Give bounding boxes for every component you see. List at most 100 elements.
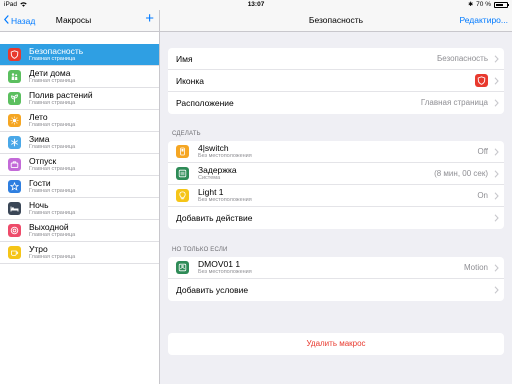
macro-detail: Безопасность Редактиро... Имя Безопаснос… xyxy=(160,10,512,384)
macro-location: Главная страница xyxy=(29,254,76,260)
detail-navbar: Безопасность Редактиро... xyxy=(160,10,512,32)
plant-icon xyxy=(8,92,21,105)
location-row[interactable]: Расположение Главная страница xyxy=(168,92,504,114)
chevron-right-icon xyxy=(494,214,499,222)
chevron-right-icon xyxy=(494,99,499,107)
device-name: DMOV01 1 xyxy=(198,259,241,269)
star-icon xyxy=(8,180,21,193)
clock: 13:07 xyxy=(247,1,265,8)
macro-list-item[interactable]: Полив растений Главная страница xyxy=(0,88,159,110)
macro-list-item[interactable]: Гости Главная страница xyxy=(0,176,159,198)
chevron-right-icon xyxy=(494,192,499,200)
macro-location: Главная страница xyxy=(29,232,76,238)
suitcase-icon xyxy=(8,158,21,171)
chevron-right-icon xyxy=(494,148,499,156)
macro-list-item[interactable]: Отпуск Главная страница xyxy=(0,154,159,176)
bulb-icon xyxy=(176,189,189,202)
switch-icon xyxy=(176,145,189,158)
shield-icon xyxy=(475,74,488,87)
macro-list: Безопасность Главная страница Дети дома Гла… xyxy=(0,44,159,264)
macro-name: Ночь xyxy=(29,200,49,210)
chevron-right-icon xyxy=(494,170,499,178)
coffee-icon xyxy=(8,246,21,259)
sidebar-title: Макросы xyxy=(55,15,92,25)
snowflake-icon xyxy=(8,136,21,149)
device-name: Light 1 xyxy=(198,187,224,197)
action-row[interactable]: Задержка Система (8 мин, 00 сек) xyxy=(168,163,504,185)
name-label: Имя xyxy=(176,54,193,64)
macro-location: Главная страница xyxy=(29,56,76,62)
chevron-right-icon xyxy=(494,77,499,85)
bed-icon xyxy=(8,202,21,215)
if-section-header: НО ТОЛЬКО ЕСЛИ xyxy=(172,247,228,253)
info-group: Имя Безопасность Иконка Расположение Гла… xyxy=(168,48,504,114)
macro-name: Гости xyxy=(29,178,51,188)
location-label: Расположение xyxy=(176,98,234,108)
macro-name: Отпуск xyxy=(29,156,57,166)
timer-icon xyxy=(176,167,189,180)
device-name: 4|switch xyxy=(198,143,229,153)
macro-name: Лето xyxy=(29,112,48,122)
macro-location: Главная страница xyxy=(29,100,76,106)
macro-location: Главная страница xyxy=(29,78,76,84)
macro-list-item[interactable]: Зима Главная страница xyxy=(0,132,159,154)
actions-group: 4|switch Без местоположения Off Задержка Сис… xyxy=(168,141,504,229)
lifebuoy-icon xyxy=(8,224,21,237)
edit-button[interactable]: Редактиро... xyxy=(459,15,508,25)
battery-percent: 70 % xyxy=(476,1,491,8)
macro-name: Выходной xyxy=(29,222,69,232)
sensor-icon xyxy=(176,261,189,274)
macro-location: Главная страница xyxy=(29,210,76,216)
macro-location: Главная страница xyxy=(29,166,76,172)
device-name: Задержка xyxy=(198,165,237,175)
status-bar: iPad 13:07 ✱ 70 % xyxy=(0,0,512,10)
add-condition-button[interactable]: Добавить условие xyxy=(168,279,504,301)
condition-row[interactable]: DMOV01 1 Без местоположения Motion xyxy=(168,257,504,279)
macro-list-item[interactable]: Ночь Главная страница xyxy=(0,198,159,220)
conditions-group: DMOV01 1 Без местоположения Motion Добавить… xyxy=(168,257,504,301)
device-value: (8 мин, 00 сек) xyxy=(434,169,488,178)
location-value: Главная страница xyxy=(420,98,488,107)
sun-icon xyxy=(8,114,21,127)
macros-sidebar: Назад Макросы + Безопасность Главная стра… xyxy=(0,10,160,384)
shield-icon xyxy=(8,48,21,61)
add-action-button-label: Добавить действие xyxy=(176,213,253,223)
add-condition-button-label: Добавить условие xyxy=(176,285,249,295)
device-location: Без местоположения xyxy=(198,197,252,203)
macro-location: Главная страница xyxy=(29,144,76,150)
action-row[interactable]: 4|switch Без местоположения Off xyxy=(168,141,504,163)
macro-list-item[interactable]: Дети дома Главная страница xyxy=(0,66,159,88)
name-value: Безопасность xyxy=(436,54,488,63)
macro-location: Главная страница xyxy=(29,122,76,128)
chevron-right-icon xyxy=(494,264,499,272)
name-row[interactable]: Имя Безопасность xyxy=(168,48,504,70)
macro-name: Утро xyxy=(29,244,48,254)
macro-name: Безопасность xyxy=(29,46,84,56)
sidebar-navbar: Назад Макросы + xyxy=(0,10,159,32)
macro-name: Полив растений xyxy=(29,90,93,100)
icon-label: Иконка xyxy=(176,76,204,86)
do-section-header: СДЕЛАТЬ xyxy=(172,131,201,137)
battery-icon xyxy=(494,1,509,8)
macro-list-item[interactable]: Выходной Главная страница xyxy=(0,220,159,242)
children-icon xyxy=(8,70,21,83)
device-location: Система xyxy=(198,175,221,181)
chevron-right-icon xyxy=(494,286,499,294)
device-value: On xyxy=(477,191,488,200)
chevron-right-icon xyxy=(494,55,499,63)
macro-list-item[interactable]: Лето Главная страница xyxy=(0,110,159,132)
add-macro-button[interactable]: + xyxy=(145,11,154,27)
macro-location: Главная страница xyxy=(29,188,76,194)
add-action-button[interactable]: Добавить действие xyxy=(168,207,504,229)
action-row[interactable]: Light 1 Без местоположения On xyxy=(168,185,504,207)
device-location: Без местоположения xyxy=(198,153,252,159)
device-location: Без местоположения xyxy=(198,269,252,275)
macro-list-item[interactable]: Безопасность Главная страница xyxy=(0,44,159,66)
macro-list-item[interactable]: Утро Главная страница xyxy=(0,242,159,264)
device-value: Off xyxy=(477,147,488,156)
delete-macro-button[interactable]: Удалить макрос xyxy=(168,333,504,355)
bluetooth-icon: ✱ xyxy=(468,2,474,8)
macro-name: Зима xyxy=(29,134,50,144)
macro-name: Дети дома xyxy=(29,68,71,78)
icon-row[interactable]: Иконка xyxy=(168,70,504,92)
